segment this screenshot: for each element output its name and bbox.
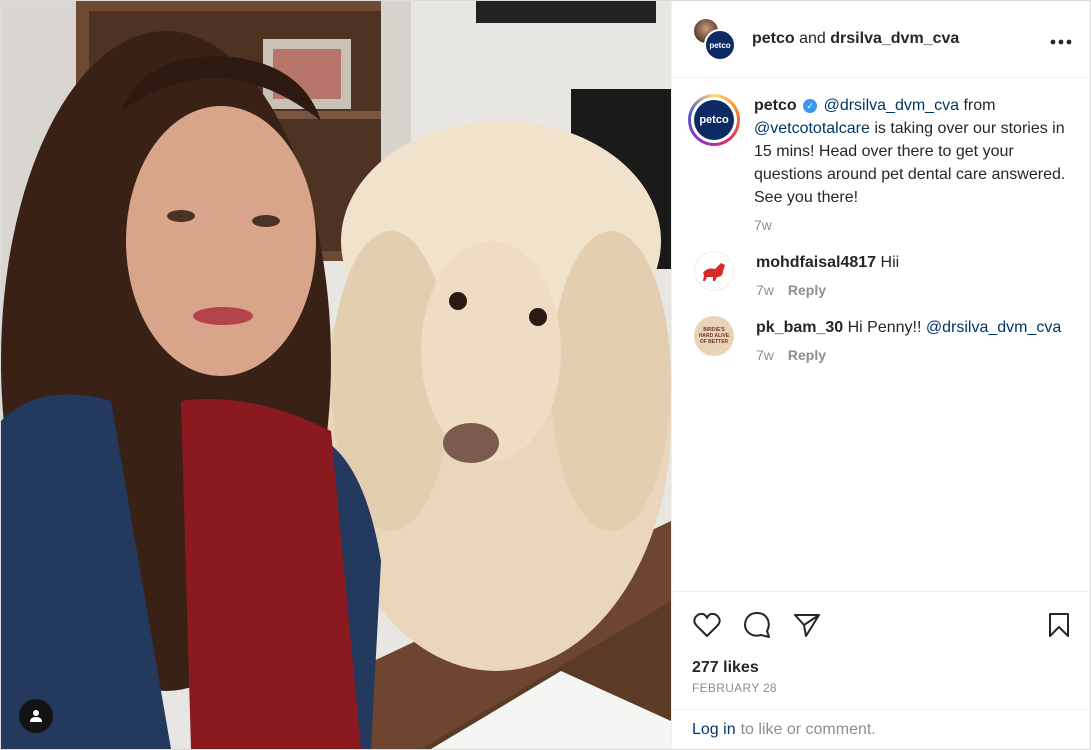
caption-time[interactable]: 7w	[754, 217, 772, 233]
caption-avatar-ring[interactable]: petco	[688, 94, 740, 146]
post-photo[interactable]	[1, 1, 671, 749]
header-account-link[interactable]: petco	[752, 30, 795, 47]
comment-message: Hi Penny!!	[847, 319, 922, 336]
header-title: petco and drsilva_dvm_cva	[752, 30, 1050, 48]
more-horizontal-icon	[1050, 39, 1072, 44]
comment-icon	[744, 611, 770, 638]
comments-section: petco petco ✓ @drsilva_dvm_cva from @vet…	[672, 78, 1090, 591]
caption-meta: 7w	[754, 217, 1072, 233]
comment-meta: 7w Reply	[756, 347, 1061, 363]
reply-button[interactable]: Reply	[788, 282, 826, 298]
verified-badge-icon: ✓	[803, 99, 818, 113]
reply-button[interactable]: Reply	[788, 347, 826, 363]
caption-row: petco petco ✓ @drsilva_dvm_cva from @vet…	[688, 94, 1072, 233]
post-header: petco petco and drsilva_dvm_cva	[672, 1, 1090, 78]
comment-avatar[interactable]	[694, 251, 734, 291]
likes-count[interactable]: 277 likes	[672, 657, 1090, 677]
comment-message: Hii	[880, 254, 900, 271]
comment-body: mohdfaisal4817 Hii 7w Reply	[756, 251, 899, 298]
comment-time[interactable]: 7w	[756, 347, 774, 363]
comment-body: pk_bam_30 Hi Penny!! @drsilva_dvm_cva 7w…	[756, 316, 1061, 363]
comment-avatar[interactable]: BIRDIE'S HARD ALIVE OF BETTER	[694, 316, 734, 356]
horse-avatar-icon	[703, 263, 725, 281]
post-date[interactable]: FEBRUARY 28	[672, 677, 1090, 709]
comment-mention[interactable]: @drsilva_dvm_cva	[926, 319, 1061, 336]
comment-row: mohdfaisal4817 Hii 7w Reply	[688, 251, 1072, 298]
share-button[interactable]	[792, 610, 822, 640]
caption-username[interactable]: petco	[754, 97, 797, 114]
share-icon	[794, 613, 820, 637]
login-link[interactable]: Log in	[692, 721, 736, 739]
caption-avatar: petco	[694, 100, 734, 140]
comment-avatar-text: BIRDIE'S HARD ALIVE OF BETTER	[698, 327, 730, 345]
comment-text: pk_bam_30 Hi Penny!! @drsilva_dvm_cva	[756, 316, 1061, 339]
tagged-user-button[interactable]	[19, 699, 53, 733]
login-prompt: Log in to like or comment.	[672, 709, 1090, 749]
comment-username[interactable]: pk_bam_30	[756, 319, 843, 336]
login-text: to like or comment.	[740, 720, 876, 738]
photo-illustration	[1, 1, 671, 749]
caption-text-1: from	[963, 97, 996, 114]
caption-body: petco ✓ @drsilva_dvm_cva from @vetcotota…	[754, 94, 1072, 233]
bookmark-icon	[1049, 612, 1069, 637]
header-collaborator-link[interactable]: drsilva_dvm_cva	[830, 30, 959, 47]
heart-icon	[693, 612, 721, 637]
comment-meta: 7w Reply	[756, 282, 899, 298]
caption-mention-2[interactable]: @vetcototalcare	[754, 120, 870, 137]
collab-avatars[interactable]: petco	[692, 17, 736, 61]
save-button[interactable]	[1044, 610, 1074, 640]
petco-avatar: petco	[704, 29, 736, 61]
comment-text: mohdfaisal4817 Hii	[756, 251, 899, 274]
caption-mention-1[interactable]: @drsilva_dvm_cva	[824, 97, 959, 114]
instagram-post: petco petco and drsilva_dvm_cva petco pe…	[0, 0, 1091, 750]
header-joiner: and	[799, 30, 826, 47]
comment-username[interactable]: mohdfaisal4817	[756, 254, 876, 271]
comment-row: BIRDIE'S HARD ALIVE OF BETTER pk_bam_30 …	[688, 316, 1072, 363]
post-sidebar: petco petco and drsilva_dvm_cva petco pe…	[671, 1, 1090, 749]
like-button[interactable]	[692, 610, 722, 640]
comment-time[interactable]: 7w	[756, 282, 774, 298]
caption-avatar-inner: petco	[691, 97, 737, 143]
user-icon	[30, 710, 42, 722]
more-options-button[interactable]	[1050, 28, 1072, 51]
caption-text: petco ✓ @drsilva_dvm_cva from @vetcotota…	[754, 94, 1072, 209]
comment-button[interactable]	[742, 610, 772, 640]
action-bar	[672, 591, 1090, 657]
